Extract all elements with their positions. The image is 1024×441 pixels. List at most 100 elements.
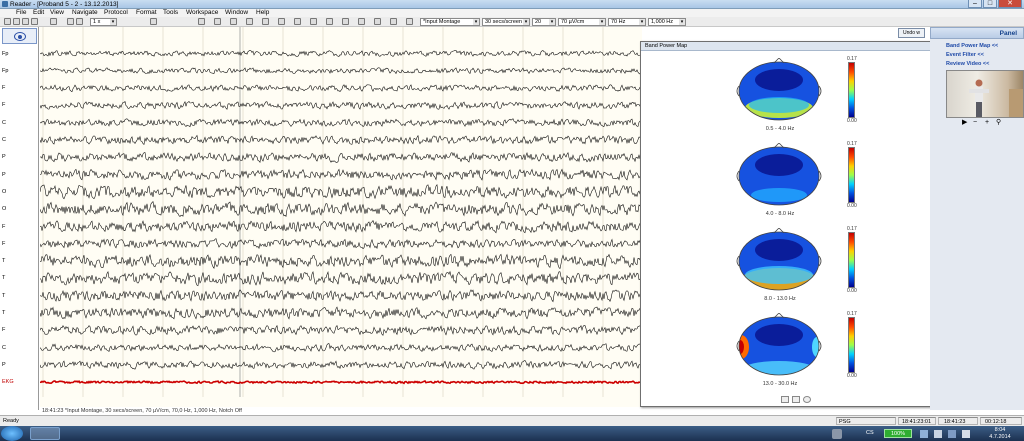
channel-label[interactable]: Fp	[2, 68, 8, 74]
play-icon[interactable]	[76, 18, 83, 25]
channel-label[interactable]: F	[2, 241, 5, 247]
panel-link-event-filter[interactable]: Event Filter <<	[946, 52, 984, 58]
taskbar-app-reader[interactable]	[30, 427, 60, 440]
save-icon[interactable]	[22, 18, 29, 25]
camera-icon[interactable]	[50, 18, 57, 25]
clock[interactable]: 8:04 4.7.2014	[984, 427, 1016, 440]
event-icon[interactable]	[374, 18, 381, 25]
channel-label[interactable]: Fp	[2, 51, 8, 57]
filter-icon[interactable]	[358, 18, 365, 25]
channel-label[interactable]: EKG	[2, 379, 14, 385]
speed-select[interactable]: 1 x ▾	[90, 18, 117, 26]
battery-indicator[interactable]: 100%	[884, 429, 912, 438]
video-preview[interactable]	[946, 70, 1024, 118]
play-icon[interactable]: ▶	[962, 119, 967, 127]
page-icon[interactable]	[781, 396, 789, 403]
channels-select[interactable]: 20 ▾	[532, 18, 556, 26]
menu-tools[interactable]: Tools	[163, 9, 178, 17]
menu-protocol[interactable]: Protocol	[104, 9, 128, 17]
video-icon[interactable]	[326, 18, 333, 25]
sensitivity-select[interactable]: 70 µV/cm ▾	[558, 18, 606, 26]
lowpass-select[interactable]: 70 Hz ▾	[608, 18, 646, 26]
maximize-button[interactable]: □	[983, 0, 997, 8]
band-power-map-window[interactable]: Band Power Map × 0.5 - 4.0 Hz0.170.004.0…	[640, 41, 945, 407]
channel-label[interactable]: F	[2, 85, 5, 91]
volume-up-icon[interactable]: +	[985, 119, 989, 127]
channel-label[interactable]: F	[2, 102, 5, 108]
zoom-icon[interactable]	[310, 18, 317, 25]
close-button[interactable]: ✕	[998, 0, 1022, 8]
zoom-icon[interactable]: ⚲	[996, 119, 1001, 127]
channel-label[interactable]: T	[2, 310, 5, 316]
page-icon[interactable]	[230, 18, 237, 25]
toolbar: 1 x ▾ *Input Montage ▾ 30 secs/screen ▾ 20 ▾…	[0, 17, 1024, 27]
chevron-down-icon: ▾	[599, 19, 605, 25]
channel-label[interactable]: P	[2, 172, 6, 178]
map-icon[interactable]	[342, 18, 349, 25]
color-scale-min: 0.00	[847, 118, 857, 124]
channels-value: 20	[535, 19, 542, 25]
channel-label[interactable]: F	[2, 224, 5, 230]
speaker-icon[interactable]	[962, 430, 970, 438]
channel-label[interactable]: F	[2, 327, 5, 333]
panel-link-review-video[interactable]: Review Video <<	[946, 61, 989, 67]
channel-label[interactable]: C	[2, 120, 6, 126]
menu-workspace[interactable]: Workspace	[186, 9, 218, 17]
scalp-map	[736, 228, 822, 291]
chevron-down-icon: ▾	[639, 19, 645, 25]
menu-navigate[interactable]: Navigate	[72, 9, 98, 17]
channel-trace	[40, 324, 642, 336]
channel-label[interactable]: P	[2, 154, 6, 160]
network-icon[interactable]	[920, 430, 928, 438]
channel-label[interactable]: T	[2, 293, 5, 299]
undo-window-button[interactable]: Undo w	[898, 28, 925, 38]
color-scale-bar	[848, 232, 855, 288]
montage-select[interactable]: *Input Montage ▾	[420, 18, 480, 26]
menu-file[interactable]: File	[16, 9, 26, 17]
channel-trace	[40, 168, 642, 181]
undo-icon[interactable]	[214, 18, 221, 25]
minimize-button[interactable]: –	[968, 0, 982, 8]
volume-down-icon[interactable]: −	[973, 119, 977, 127]
tray-icon[interactable]	[832, 429, 842, 439]
channel-label[interactable]: T	[2, 258, 5, 264]
flag-icon[interactable]	[934, 430, 942, 438]
channel-icon[interactable]	[278, 18, 285, 25]
timebase-select[interactable]: 30 secs/screen ▾	[482, 18, 530, 26]
color-scale-max: 0.17	[847, 226, 857, 232]
settings-icon[interactable]	[406, 18, 413, 25]
music-icon[interactable]	[150, 18, 157, 25]
channel-label[interactable]: C	[2, 137, 6, 143]
eeg-trace-area[interactable]	[40, 27, 642, 407]
channel-label[interactable]: O	[2, 189, 6, 195]
highpass-select[interactable]: 1,000 Hz ▾	[648, 18, 686, 26]
grid-icon[interactable]	[262, 18, 269, 25]
menu-window[interactable]: Window	[225, 9, 248, 17]
step-back-icon[interactable]	[67, 18, 74, 25]
start-button[interactable]	[1, 426, 23, 441]
list-icon[interactable]	[792, 396, 800, 403]
new-icon[interactable]	[4, 18, 11, 25]
menu-help[interactable]: Help	[256, 9, 269, 17]
menu-format[interactable]: Format	[136, 9, 157, 17]
print-icon[interactable]	[31, 18, 38, 25]
note-icon[interactable]	[390, 18, 397, 25]
channel-label[interactable]: T	[2, 275, 5, 281]
channel-label[interactable]: O	[2, 206, 6, 212]
channel-label[interactable]: C	[2, 345, 6, 351]
menu-edit[interactable]: Edit	[33, 9, 44, 17]
chevron-down-icon: ▾	[473, 19, 479, 25]
open-icon[interactable]	[13, 18, 20, 25]
view-toggle[interactable]	[2, 28, 37, 44]
channel-label[interactable]: P	[2, 362, 6, 368]
menu-view[interactable]: View	[50, 9, 64, 17]
panel-link-band-power-map[interactable]: Band Power Map <<	[946, 43, 998, 49]
signal-icon[interactable]	[948, 430, 956, 438]
layout-icon[interactable]	[246, 18, 253, 25]
marker-icon[interactable]	[198, 18, 205, 25]
lowpass-value: 70 Hz	[611, 19, 626, 25]
status-bar: Ready PSG 18:41:23:01 18:41:23 00:12:18	[0, 415, 1024, 426]
palette-icon[interactable]	[803, 396, 811, 403]
language-indicator[interactable]: CS	[866, 426, 874, 441]
scale-icon[interactable]	[294, 18, 301, 25]
